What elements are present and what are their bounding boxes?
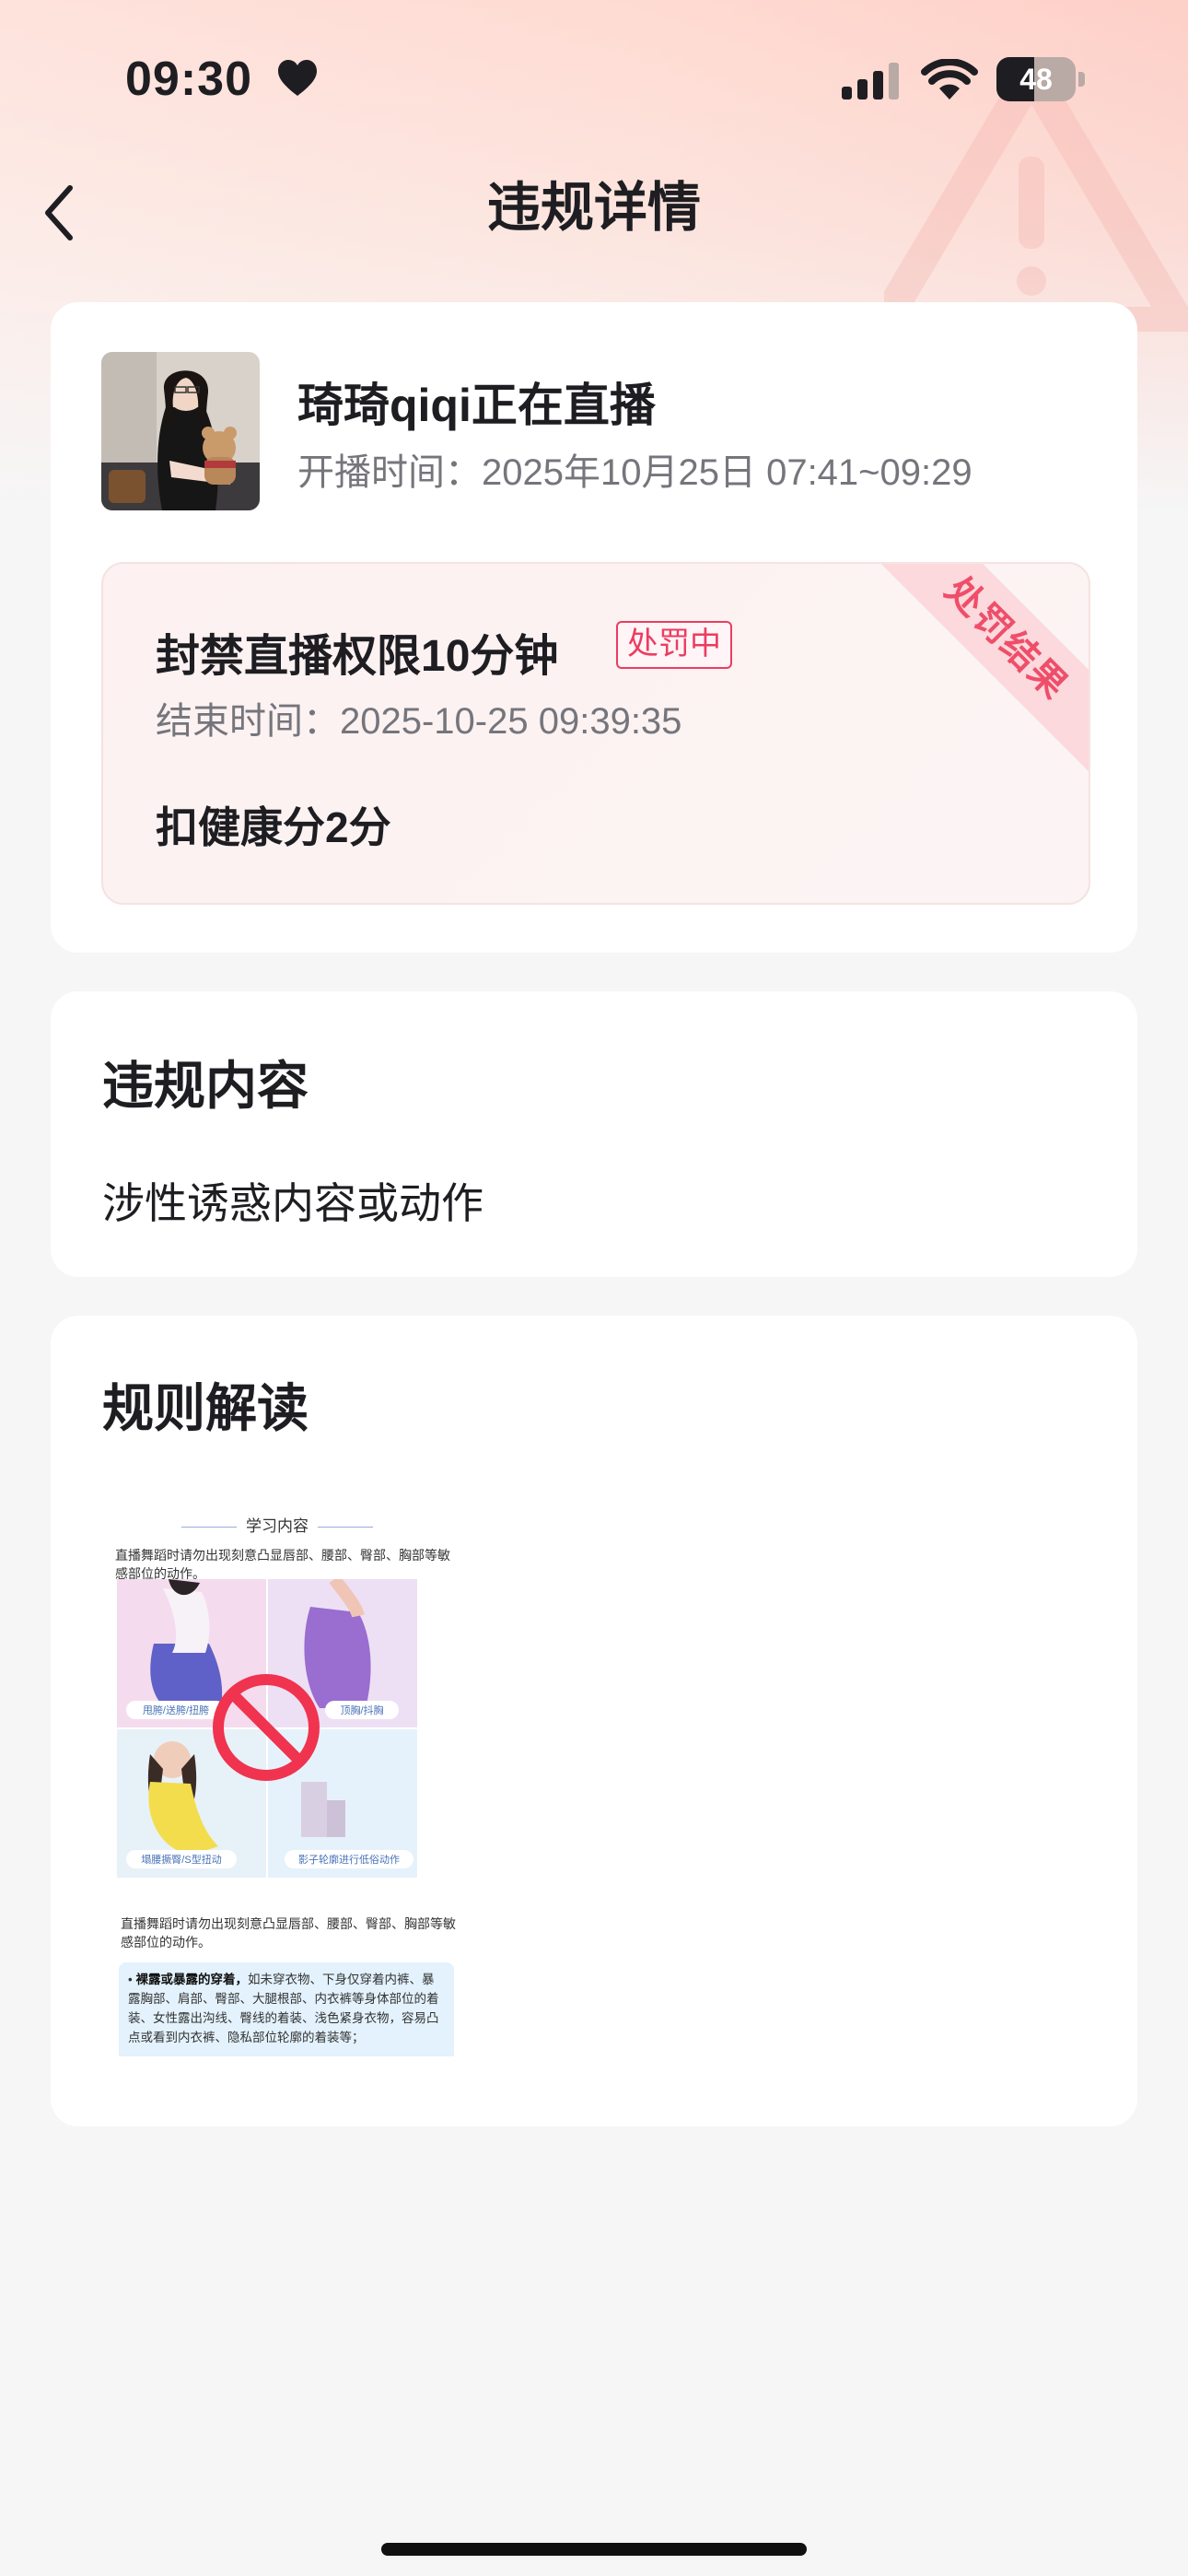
start-time: 开播时间：2025年10月25日 07:41~09:29 xyxy=(297,452,973,493)
host-name: 琦琦qiqi正在直播 xyxy=(297,380,656,431)
rules-explanation-image[interactable]: 学习内容 直播舞蹈时请勿出现刻意凸显唇部、腰部、臀部、胸部等敏感部位的动作。 甩… xyxy=(102,1474,507,2056)
status-badge: 处罚中 xyxy=(616,621,732,669)
avatar[interactable] xyxy=(101,352,260,510)
page-title: 违规详情 xyxy=(486,178,701,238)
illus-label-3: 塌腰撅臀/S型扭动 xyxy=(141,1853,221,1866)
end-time: 结束时间：2025-10-25 09:39:35 xyxy=(156,701,682,742)
violation-content: 涉性诱惑内容或动作 xyxy=(102,1179,483,1227)
penalty-result-box: 处罚结果 封禁直播权限10分钟 处罚中 结束时间：2025-10-25 09:3… xyxy=(101,562,1090,905)
rules-section-title: 规则解读 xyxy=(102,1379,309,1437)
health-deduction: 扣健康分2分 xyxy=(156,803,391,851)
home-indicator[interactable] xyxy=(381,2543,807,2556)
violation-card: 违规内容 涉性诱惑内容或动作 xyxy=(51,991,1137,1277)
rules-image-bold: 裸露或暴露的穿着， xyxy=(135,1973,248,1986)
rules-image-detail: • 裸露或暴露的穿着，如未穿衣物、下身仅穿着内裤、暴露胸部、肩部、臀部、大腿根部… xyxy=(119,1962,454,2056)
signal-icon xyxy=(842,63,899,100)
illus-label-1: 甩胯/送胯/扭胯 xyxy=(143,1704,209,1716)
live-penalty-card: 琦琦qiqi正在直播 开播时间：2025年10月25日 07:41~09:29 … xyxy=(51,302,1137,953)
rules-image-note: 直播舞蹈时请勿出现刻意凸显唇部、腰部、臀部、胸部等敏感部位的动作。 xyxy=(121,1916,456,1950)
illus-label-2: 顶胸/抖胸 xyxy=(340,1704,383,1716)
heart-icon xyxy=(278,60,317,96)
status-bar: 09:30 48 xyxy=(0,0,1188,157)
rules-card: 规则解读 学习内容 直播舞蹈时请勿出现刻意凸显唇部、腰部、臀部、胸部等敏感部位的… xyxy=(51,1316,1137,2126)
wifi-icon xyxy=(921,59,978,100)
rules-image-heading: 学习内容 xyxy=(102,1513,452,1536)
battery-percent: 48 xyxy=(1019,63,1053,96)
penalty-title: 封禁直播权限10分钟 xyxy=(156,632,559,681)
penalty-result-ribbon: 处罚结果 xyxy=(873,564,1089,772)
violation-section-title: 违规内容 xyxy=(102,1057,309,1115)
battery-icon: 48 xyxy=(996,57,1085,101)
rules-illustration: 甩胯/送胯/扭胯 顶胸/抖胸 塌腰撅臀/S型扭动 影子轮廓进行低俗动作 xyxy=(117,1579,417,1878)
illus-label-4: 影子轮廓进行低俗动作 xyxy=(298,1853,400,1866)
status-time: 09:30 xyxy=(125,53,252,106)
rules-image-intro: 直播舞蹈时请勿出现刻意凸显唇部、腰部、臀部、胸部等敏感部位的动作。 xyxy=(115,1548,450,1581)
